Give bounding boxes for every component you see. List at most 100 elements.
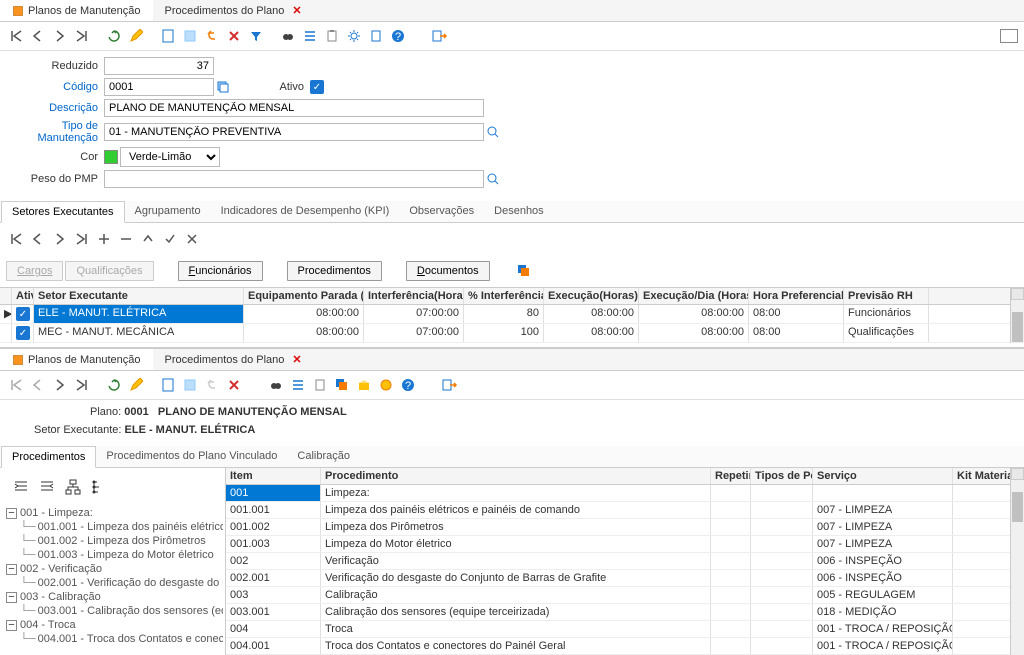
reduzido-field[interactable] (104, 57, 214, 75)
funcionarios-button[interactable]: Funcionários (178, 261, 263, 281)
box-icon[interactable] (354, 375, 374, 395)
proc-sub-tab-0[interactable]: Procedimentos (1, 446, 96, 468)
help-icon[interactable]: ? (398, 375, 418, 395)
last-icon[interactable] (72, 375, 92, 395)
globe-icon[interactable] (376, 375, 396, 395)
prev-icon[interactable] (28, 229, 48, 249)
delete-icon[interactable] (224, 26, 244, 46)
first-icon[interactable] (6, 229, 26, 249)
filter-icon[interactable] (246, 26, 266, 46)
copy-icon[interactable] (332, 375, 352, 395)
clipboard-icon[interactable] (322, 26, 342, 46)
proc-row[interactable]: 002.001Verificação do desgaste do Conjun… (226, 570, 1024, 587)
documentos-button[interactable]: Documentos (406, 261, 490, 281)
sub-tab-0[interactable]: Setores Executantes (1, 201, 125, 223)
copy-icon[interactable] (216, 80, 230, 94)
chart-icon[interactable] (90, 478, 108, 496)
col-tipo-header[interactable]: Tipos de Po (751, 468, 813, 484)
col-hora-header[interactable]: Hora Preferencial (749, 288, 844, 304)
tree-node[interactable]: −004 - Troca (2, 618, 223, 632)
proc-sub-tab-1[interactable]: Procedimentos do Plano Vinculado (96, 446, 287, 467)
tree-node[interactable]: −003 - Calibração (2, 590, 223, 604)
last-icon[interactable] (72, 26, 92, 46)
cargos-button[interactable]: Cargos (6, 261, 63, 281)
row-checkbox[interactable]: ✓ (16, 307, 30, 321)
vertical-scrollbar[interactable] (1010, 288, 1024, 343)
cancel-icon[interactable] (182, 229, 202, 249)
sub-tab-1[interactable]: Agrupamento (125, 201, 211, 222)
copy-button-icon[interactable] (514, 261, 534, 281)
cor-select[interactable]: Verde-Limão (120, 147, 220, 167)
col-proc-header[interactable]: Procedimento (321, 468, 711, 484)
col-item-header[interactable]: Item (226, 468, 321, 484)
qualificacoes-button[interactable]: Qualificações (65, 261, 153, 281)
check-icon[interactable] (160, 229, 180, 249)
sub-tab-4[interactable]: Desenhos (484, 201, 554, 222)
table-row[interactable]: ▶✓ELE - MANUT. ELÉTRICA08:00:0007:00:008… (0, 305, 1024, 324)
tree-node[interactable]: └─002.001 - Verificação do desgaste do C… (2, 576, 223, 590)
prev-icon[interactable] (28, 26, 48, 46)
edit-icon[interactable] (126, 375, 146, 395)
proc-row[interactable]: 001.001Limpeza dos painéis elétricos e p… (226, 502, 1024, 519)
proc-row[interactable]: 003Calibração005 - REGULAGEM (226, 587, 1024, 604)
tree-node[interactable]: −001 - Limpeza: (2, 506, 223, 520)
save-icon[interactable] (180, 26, 200, 46)
proc-row[interactable]: 001Limpeza: (226, 485, 1024, 502)
list-icon[interactable] (288, 375, 308, 395)
remove-icon[interactable] (116, 229, 136, 249)
maximize-icon[interactable] (1000, 29, 1018, 43)
exit-icon[interactable] (430, 26, 450, 46)
tree-node[interactable]: └─001.001 - Limpeza dos painéis elétrico… (2, 520, 223, 534)
undo-icon[interactable] (202, 375, 222, 395)
search-icon[interactable] (486, 125, 500, 139)
next-icon[interactable] (50, 26, 70, 46)
sub-tab-2[interactable]: Indicadores de Desempenho (KPI) (211, 201, 400, 222)
refresh-icon[interactable] (104, 375, 124, 395)
codigo-field[interactable] (104, 78, 214, 96)
proc-row[interactable]: 004.001Troca dos Contatos e conectores d… (226, 638, 1024, 655)
up-icon[interactable] (138, 229, 158, 249)
hierarchy-icon[interactable] (64, 478, 82, 496)
list-icon[interactable] (300, 26, 320, 46)
tree-node[interactable]: └─001.002 - Limpeza dos Pirômetros (2, 534, 223, 548)
edit-icon[interactable] (126, 26, 146, 46)
prev-icon[interactable] (28, 375, 48, 395)
search-icon[interactable] (486, 172, 500, 186)
indent-left-icon[interactable] (12, 478, 30, 496)
attach-icon[interactable] (366, 26, 386, 46)
tree-node[interactable]: └─003.001 - Calibração dos sensores (equ… (2, 604, 223, 618)
first-icon[interactable] (6, 375, 26, 395)
close-icon[interactable]: ✕ (292, 4, 301, 17)
col-serv-header[interactable]: Serviço (813, 468, 953, 484)
proc-row[interactable]: 001.002Limpeza dos Pirômetros007 - LIMPE… (226, 519, 1024, 536)
clipboard-icon[interactable] (310, 375, 330, 395)
tipo-manutencao-field[interactable] (104, 123, 484, 141)
tree-node[interactable]: └─001.003 - Limpeza do Motor életrico (2, 548, 223, 562)
col-exec-header[interactable]: Execução(Horas) (544, 288, 639, 304)
indent-right-icon[interactable] (38, 478, 56, 496)
table-row[interactable]: ✓MEC - MANUT. MECÂNICA08:00:0007:00:0010… (0, 324, 1024, 343)
descricao-field[interactable] (104, 99, 484, 117)
exit-icon[interactable] (440, 375, 460, 395)
col-execdia-header[interactable]: Execução/Dia (Horas) (639, 288, 749, 304)
col-prev-header[interactable]: Previsão RH (844, 288, 929, 304)
new-icon[interactable] (158, 375, 178, 395)
next-icon[interactable] (50, 375, 70, 395)
help-icon[interactable]: ? (388, 26, 408, 46)
col-eq-header[interactable]: Equipamento Parada (Hora (244, 288, 364, 304)
col-setor-header[interactable]: Setor Executante (34, 288, 244, 304)
col-pct-header[interactable]: % Interferência (464, 288, 544, 304)
save-icon[interactable] (180, 375, 200, 395)
col-ativo-header[interactable]: Ativo (12, 288, 34, 304)
tab-procedimentos-plano[interactable]: Procedimentos do Plano ✕ (153, 0, 314, 21)
secondary-tab-proc[interactable]: Procedimentos do Plano ✕ (153, 349, 314, 370)
secondary-tab-planos[interactable]: Planos de Manutenção (0, 349, 153, 370)
proc-row[interactable]: 001.003Limpeza do Motor életrico007 - LI… (226, 536, 1024, 553)
refresh-icon[interactable] (104, 26, 124, 46)
row-checkbox[interactable]: ✓ (16, 326, 30, 340)
proc-row[interactable]: 003.001Calibração dos sensores (equipe t… (226, 604, 1024, 621)
tab-planos[interactable]: Planos de Manutenção (0, 0, 153, 21)
col-rep-header[interactable]: Repetir (711, 468, 751, 484)
new-icon[interactable] (158, 26, 178, 46)
close-icon[interactable]: ✕ (292, 353, 301, 366)
